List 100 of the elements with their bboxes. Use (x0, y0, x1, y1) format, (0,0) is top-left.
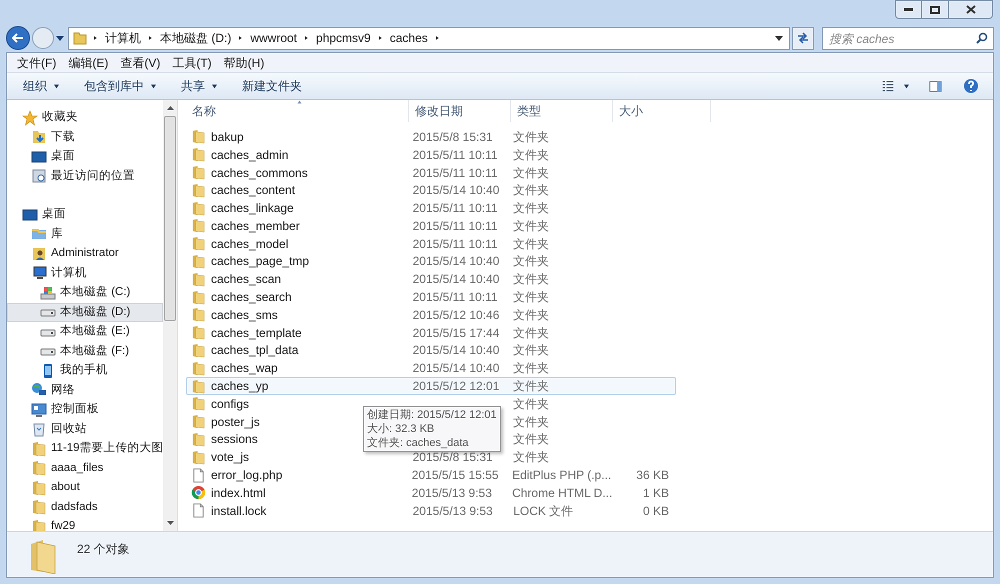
file-name[interactable]: caches_tpl_data (211, 341, 298, 360)
file-name[interactable]: caches_model (211, 234, 288, 253)
sidebar-item[interactable]: 本地磁盘 (F:) (7, 342, 163, 361)
sidebar-item[interactable]: 桌面 (7, 147, 163, 166)
file-name[interactable]: error_log.php (211, 466, 282, 484)
file-type: 文件夹 (513, 218, 550, 233)
sidebar-item[interactable]: Administrator (7, 244, 163, 264)
sidebar-item[interactable]: aaaa_files (7, 458, 163, 478)
file-name[interactable]: caches_member (211, 216, 300, 235)
chevron-icon[interactable] (238, 34, 244, 42)
menu-item[interactable]: 工具(T) (166, 54, 218, 72)
folder-icon (191, 414, 206, 430)
hovered-row[interactable]: caches_yp 2015/5/12 12:01 文件夹 (186, 377, 676, 395)
scroll-up-icon[interactable] (166, 106, 174, 110)
sidebar-item[interactable]: 本地磁盘 (C:) (7, 283, 163, 302)
toolbar-button[interactable]: 共享 (171, 75, 228, 97)
toolbar-button[interactable]: 新建文件夹 (232, 75, 312, 97)
sidebar-item[interactable]: 11-19需要上传的大图 (7, 439, 163, 458)
file-name[interactable]: caches_yp (211, 377, 268, 396)
file-name[interactable]: poster_js (211, 412, 260, 431)
sidebar-item[interactable]: 最近访问的位置 (7, 166, 163, 186)
date-modified: 2015/5/11 10:11 (412, 166, 498, 180)
file-size: 0 KB (642, 504, 669, 518)
breadcrumb[interactable]: 本地磁盘 (D:) (160, 29, 232, 47)
breadcrumb[interactable]: 计算机 (105, 29, 141, 47)
file-name[interactable]: configs (211, 394, 250, 413)
menu-item[interactable]: 查看(V) (114, 54, 166, 72)
file-type: 文件夹 (513, 379, 550, 394)
sidebar-item[interactable]: 本地磁盘 (D:) (7, 302, 163, 322)
file-name[interactable]: caches_page_tmp (211, 252, 310, 270)
maximize-button[interactable] (922, 0, 948, 19)
sidebar-item[interactable]: 本地磁盘 (E:) (7, 322, 163, 342)
close-button[interactable] (948, 0, 993, 19)
file-name[interactable]: bakup (211, 128, 244, 146)
file-name[interactable]: caches_template (211, 324, 302, 342)
browser-icon (191, 485, 206, 500)
scroll-thumb[interactable] (164, 116, 176, 321)
file-name[interactable]: caches_commons (211, 164, 308, 182)
file-size: 1 KB (642, 486, 669, 500)
download-folder-icon (31, 129, 47, 146)
column-header[interactable]: 类型 (511, 100, 613, 122)
column-header[interactable]: 修改日期 (409, 100, 511, 122)
menu-item[interactable]: 文件(F) (11, 54, 62, 72)
chevron-icon[interactable] (148, 34, 153, 42)
file-type: 文件夹 (513, 396, 550, 411)
file-name[interactable]: caches_content (211, 181, 296, 200)
file-name[interactable]: caches_sms (211, 306, 278, 324)
file-name[interactable]: install.lock (211, 502, 266, 520)
file-size: 36 KB (636, 468, 669, 482)
menu-item[interactable]: 编辑(E) (62, 54, 114, 72)
sidebar-item[interactable]: 网络 (7, 380, 163, 400)
date-modified: 2015/5/11 10:11 (412, 148, 498, 162)
date-modified: 2015/5/12 10:46 (412, 308, 500, 322)
date-modified: 2015/5/12 12:01 (412, 379, 500, 394)
sidebar-item[interactable]: about (7, 478, 163, 498)
sidebar-item[interactable]: 计算机 (7, 264, 163, 283)
history-dropdown-icon[interactable] (56, 36, 64, 40)
chevron-icon[interactable] (378, 34, 383, 42)
scroll-down-icon[interactable] (166, 521, 174, 525)
toolbar-button[interactable]: 组织 (13, 75, 70, 97)
folder-icon (191, 272, 206, 287)
file-name[interactable]: caches_search (211, 288, 292, 306)
toolbar-button[interactable]: 包含到库中 (74, 75, 167, 97)
sidebar-item[interactable]: 控制面板 (7, 400, 163, 420)
sidebar-item[interactable]: dadsfads (7, 498, 163, 517)
sidebar-item[interactable]: 桌面 (7, 205, 163, 224)
close-icon (966, 5, 976, 14)
sidebar-item[interactable]: 下载 (7, 128, 163, 147)
sidebar-item[interactable]: 库 (7, 224, 163, 244)
back-button[interactable] (6, 26, 30, 50)
file-name[interactable]: index.html (211, 484, 266, 502)
search-field[interactable]: 搜索 caches (822, 27, 994, 50)
file-name[interactable]: caches_linkage (211, 199, 294, 218)
back-arrow-icon (12, 33, 24, 43)
file-name[interactable]: sessions (211, 430, 258, 448)
folder-icon (191, 147, 206, 162)
file-type: Chrome HTML D... (512, 486, 612, 500)
address-bar[interactable]: 计算机 本地磁盘 (D:) wwwroot phpcmsv9 caches (68, 26, 790, 50)
file-type: 文件夹 (513, 308, 550, 322)
folder-icon (191, 342, 206, 358)
file-name[interactable]: caches_scan (211, 270, 282, 288)
sidebar-item[interactable]: 我的手机 (7, 361, 163, 380)
chevron-icon[interactable] (304, 34, 310, 42)
sidebar-item[interactable]: 收藏夹 (7, 108, 163, 128)
sidebar-item[interactable]: 回收站 (7, 420, 163, 439)
refresh-button[interactable] (792, 26, 814, 50)
breadcrumb[interactable]: wwwroot (250, 29, 298, 47)
dropdown-icon[interactable] (775, 36, 783, 40)
file-name[interactable]: caches_admin (211, 146, 288, 164)
scrollbar[interactable] (163, 100, 177, 531)
folder-icon (31, 440, 47, 457)
minimize-button[interactable] (895, 0, 922, 19)
chevron-icon[interactable] (434, 34, 440, 42)
file-name[interactable]: caches_wap (211, 359, 278, 378)
breadcrumb[interactable]: phpcmsv9 (316, 29, 371, 47)
breadcrumb[interactable]: caches (390, 29, 428, 47)
menu-item[interactable]: 帮助(H) (218, 54, 270, 72)
file-name[interactable]: vote_js (211, 448, 250, 466)
column-header[interactable]: 大小 (613, 100, 711, 122)
chevron-icon[interactable] (93, 34, 98, 42)
